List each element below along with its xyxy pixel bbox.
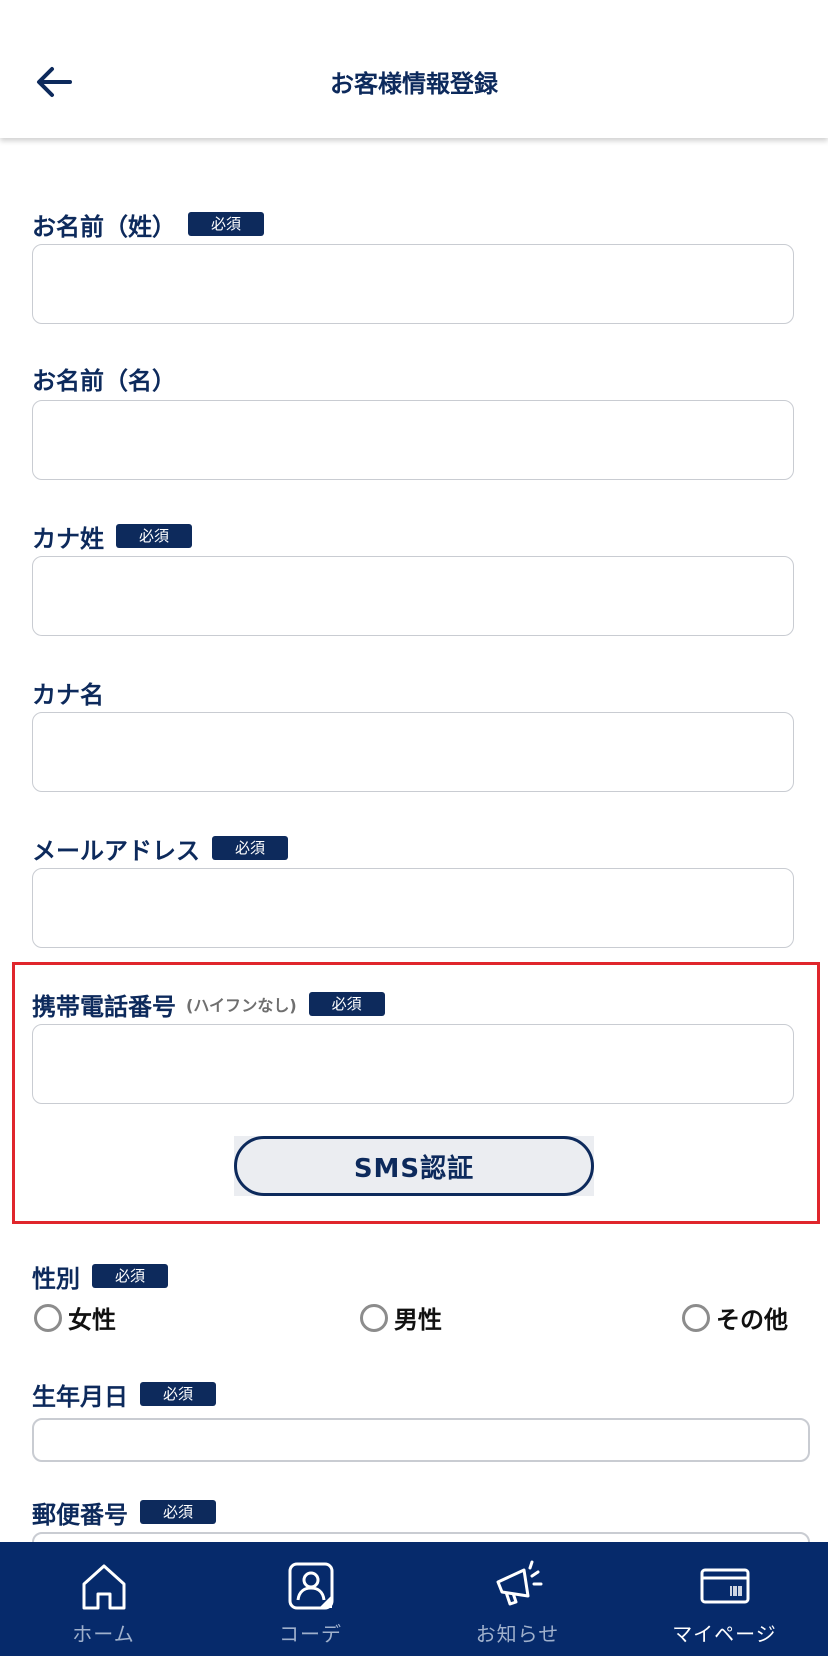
last-name-input[interactable] [32, 244, 794, 324]
kana-first-label: カナ名 [32, 680, 104, 709]
nav-label: コーデ [279, 1622, 342, 1646]
megaphone-icon [496, 1560, 542, 1606]
first-name-input[interactable] [32, 400, 794, 480]
required-badge: 必須 [212, 836, 288, 860]
nav-item-mypage[interactable]: マイページ [621, 1542, 828, 1656]
email-label: メールアドレス [32, 836, 200, 865]
gender-label: 性別 [32, 1264, 80, 1293]
coordinate-icon [288, 1562, 333, 1610]
gender-option-other[interactable]: その他 [682, 1300, 788, 1335]
birthday-label: 生年月日 [32, 1382, 128, 1411]
radio-circle-icon [34, 1303, 62, 1332]
email-input[interactable] [32, 868, 794, 948]
required-badge: 必須 [140, 1500, 216, 1524]
nav-label: マイページ [672, 1622, 777, 1646]
gender-label-row: 性別 必須 [32, 1258, 168, 1294]
gender-option-label: 男性 [394, 1306, 442, 1334]
gender-option-female[interactable]: 女性 [34, 1300, 116, 1335]
nav-item-home[interactable]: ホーム [0, 1542, 207, 1656]
radio-circle-icon [682, 1303, 710, 1332]
kana-last-input[interactable] [32, 556, 794, 636]
required-badge: 必須 [116, 524, 192, 548]
gender-option-label: その他 [716, 1306, 788, 1334]
phone-input[interactable] [32, 1024, 794, 1104]
app-header: お客様情報登録 [0, 0, 828, 138]
gender-option-label: 女性 [68, 1306, 116, 1334]
phone-note: (ハイフンなし) [186, 996, 297, 1015]
required-badge: 必須 [92, 1264, 168, 1288]
gender-radio-group: 女性 男性 その他 [34, 1300, 796, 1340]
nav-item-coordinate[interactable]: コーデ [207, 1542, 414, 1656]
radio-circle-icon [360, 1303, 388, 1332]
phone-label-row: 携帯電話番号 (ハイフンなし) 必須 [32, 986, 385, 1022]
first-name-label-row: お名前（名） [32, 360, 176, 396]
email-label-row: メールアドレス 必須 [32, 830, 288, 866]
member-card-icon [700, 1568, 749, 1604]
gender-option-male[interactable]: 男性 [360, 1300, 442, 1335]
postal-code-label-row: 郵便番号 必須 [32, 1494, 216, 1530]
postal-code-label: 郵便番号 [32, 1500, 128, 1529]
nav-label: お知らせ [475, 1622, 560, 1646]
page-title: お客様情報登録 [330, 70, 498, 98]
kana-last-label-row: カナ姓 必須 [32, 518, 192, 554]
kana-last-label: カナ姓 [32, 524, 104, 553]
kana-first-label-row: カナ名 [32, 674, 104, 710]
kana-first-input[interactable] [32, 712, 794, 792]
birthday-input[interactable] [32, 1418, 810, 1462]
first-name-label: お名前（名） [32, 366, 176, 395]
sms-verify-button[interactable]: SMS認証 [234, 1136, 594, 1196]
bottom-navigation: ホーム コーデ お知らせ マイページ [0, 1542, 828, 1656]
birthday-label-row: 生年月日 必須 [32, 1376, 216, 1412]
required-badge: 必須 [308, 992, 385, 1016]
nav-label: ホーム [72, 1622, 135, 1646]
phone-label: 携帯電話番号 [32, 992, 176, 1021]
sms-button-wrapper: SMS認証 [234, 1136, 594, 1196]
last-name-label: お名前（姓） [32, 212, 176, 241]
nav-item-notifications[interactable]: お知らせ [414, 1542, 621, 1656]
required-badge: 必須 [188, 212, 264, 236]
home-icon [82, 1564, 125, 1610]
last-name-label-row: お名前（姓） 必須 [32, 206, 264, 242]
required-badge: 必須 [140, 1382, 216, 1406]
